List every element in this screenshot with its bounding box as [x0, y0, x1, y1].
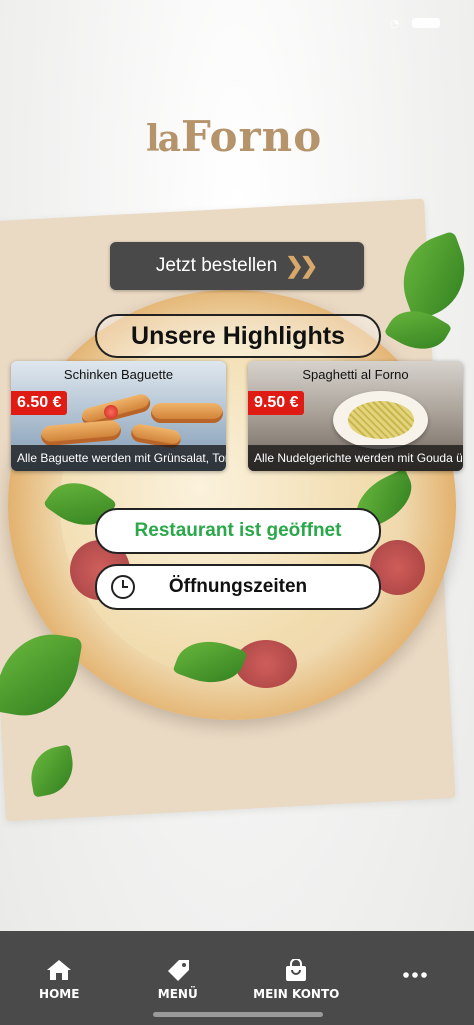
- opening-hours-label: Öffnungszeiten: [168, 576, 308, 597]
- card-description: Alle Nudelgerichte werden mit Gouda übe.…: [248, 445, 463, 471]
- double-chevron-right-icon: ❯ ❯: [285, 253, 319, 278]
- nav-home-label: HOME: [39, 987, 80, 1001]
- clock-icon: [111, 575, 135, 599]
- nav-home[interactable]: HOME: [0, 931, 119, 1025]
- bag-icon: [284, 959, 308, 981]
- nav-account[interactable]: MEIN KONTO: [237, 931, 356, 1025]
- card-description: Alle Baguette werden mit Grünsalat, Tom.…: [11, 445, 226, 471]
- highlight-card-spaghetti[interactable]: Spaghetti al Forno 9.50 € Alle Nudelgeri…: [248, 361, 463, 471]
- home-indicator: [153, 1012, 323, 1017]
- logo-forno: Forno: [181, 112, 323, 161]
- order-now-button[interactable]: Jetzt bestellen ❯ ❯: [110, 242, 364, 290]
- tag-icon: [165, 959, 191, 981]
- highlight-card-baguette[interactable]: Schinken Baguette 6.50 € Alle Baguette w…: [11, 361, 226, 471]
- card-title: Spaghetti al Forno: [302, 367, 409, 382]
- home-icon: [46, 959, 72, 981]
- brand-logo: la Forno: [146, 112, 322, 161]
- order-now-label: Jetzt bestellen: [155, 255, 278, 276]
- nav-more[interactable]: [356, 931, 474, 1025]
- price-badge: 6.50 €: [11, 391, 68, 415]
- logo-la: la: [146, 118, 181, 160]
- bottom-nav: HOME MENÜ MEIN KONTO: [0, 931, 474, 1025]
- card-title: Schinken Baguette: [63, 367, 174, 382]
- battery-icon: [412, 18, 440, 28]
- opening-hours-button[interactable]: Öffnungszeiten: [95, 564, 381, 610]
- price-badge: 9.50 €: [248, 391, 305, 415]
- highlights-heading: Unsere Highlights: [95, 314, 381, 358]
- nav-menu-label: MENÜ: [157, 987, 198, 1001]
- nav-menu[interactable]: MENÜ: [119, 931, 238, 1025]
- more-icon: [402, 959, 428, 981]
- restaurant-open-status: Restaurant ist geöffnet: [95, 508, 381, 554]
- salami-slice: [235, 640, 297, 688]
- nav-account-label: MEIN KONTO: [253, 987, 340, 1001]
- wifi-icon: ◔: [390, 17, 400, 30]
